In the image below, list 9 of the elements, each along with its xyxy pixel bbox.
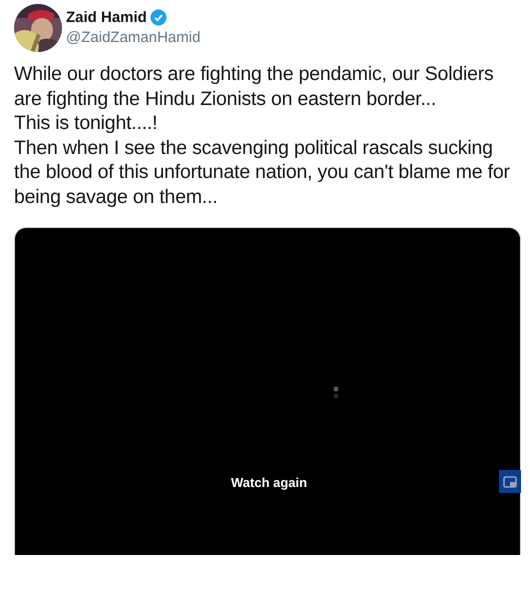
watch-again-button[interactable]: Watch again <box>231 475 308 490</box>
avatar[interactable] <box>14 4 62 52</box>
tweet-text: While our doctors are fighting the pendamic, our Soldiers are fighting the Hindu Zionists on eastern border... This is tonight....! Then when I see the scavenging political rascals sucking the blood of this unfortunate nation, you can't blame me for being savage on them... <box>14 62 511 209</box>
video-player[interactable]: Watch again <box>14 227 521 555</box>
author-name[interactable]: Zaid Hamid <box>66 9 147 26</box>
picture-in-picture-icon <box>503 476 517 488</box>
loading-icon <box>333 386 339 399</box>
picture-in-picture-button[interactable] <box>499 470 521 493</box>
author-handle[interactable]: @ZaidZamanHamid <box>66 29 200 46</box>
